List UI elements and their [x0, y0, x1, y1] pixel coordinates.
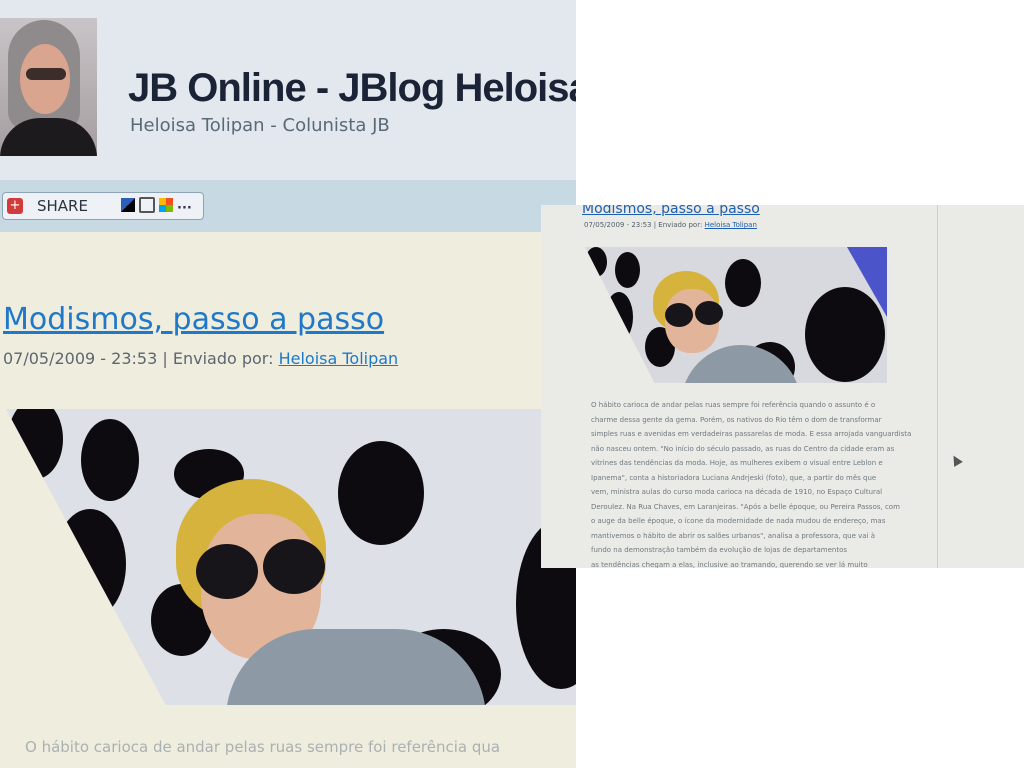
post-meta: 07/05/2009 - 23:53 | Enviado por: Helois…	[3, 349, 398, 368]
mouse-cursor-icon	[949, 453, 963, 467]
delicious-icon[interactable]	[121, 198, 135, 212]
post-date: 07/05/2009 - 23:53	[3, 349, 158, 368]
author-avatar	[0, 18, 97, 156]
post-body-small: O hábito carioca de andar pelas ruas sem…	[591, 398, 926, 568]
body-line: mantivemos o hábito de abrir os salões u…	[591, 531, 876, 540]
body-line: Deroulez. Na Rua Chaves, em Laranjeiras.…	[591, 502, 900, 511]
more-services[interactable]: ...	[177, 198, 192, 213]
share-button[interactable]: + SHARE ...	[2, 192, 204, 220]
post-first-line: O hábito carioca de andar pelas ruas sem…	[25, 738, 501, 756]
body-line: fundo na demonstração também da evolução…	[591, 546, 848, 554]
post-meta-small-text: 07/05/2009 - 23:53 | Enviado por:	[584, 221, 703, 229]
windows-live-icon[interactable]	[159, 198, 173, 212]
plus-icon: +	[7, 198, 23, 214]
share-service-icons: ...	[121, 197, 192, 213]
body-line: não nasceu ontem. "No início do século p…	[591, 444, 895, 453]
body-line: O hábito carioca de andar pelas ruas sem…	[591, 401, 876, 409]
site-subtitle: Heloisa Tolipan - Colunista JB	[130, 115, 390, 136]
share-label: SHARE	[37, 197, 88, 215]
body-line: simples ruas e avenidas em verdadeiras p…	[591, 430, 912, 438]
post-meta-small: 07/05/2009 - 23:53 | Enviado por: Helois…	[584, 221, 757, 229]
sent-by-label: | Enviado por:	[162, 349, 274, 368]
post-photo-small	[585, 247, 887, 383]
body-line: vem, ministra aulas do curso moda carioc…	[591, 488, 883, 496]
author-link-small[interactable]: Heloisa Tolipan	[705, 221, 757, 229]
digg-icon[interactable]	[139, 197, 155, 213]
body-line: vitrines das tendências da moda. Hoje, a…	[591, 459, 883, 467]
body-line: o auge da belle époque, o ícone da moder…	[591, 517, 886, 525]
wide-screenshot: Modismos, passo a passo 07/05/2009 - 23:…	[541, 205, 1024, 568]
post-photo	[6, 409, 576, 705]
body-line: charme dessa gente da gema. Porém, os na…	[591, 415, 882, 424]
body-line: as tendências chegam a elas, inclusive a…	[591, 560, 868, 569]
share-bar: + SHARE ...	[0, 180, 576, 232]
post-area: Modismos, passo a passo 07/05/2009 - 23:…	[0, 232, 576, 768]
blog-header: JB Online - JBlog Heloisa Heloisa Tolipa…	[0, 0, 576, 180]
body-line: Ipanema", conta a historiadora Luciana A…	[591, 473, 877, 482]
sidebar-divider	[937, 205, 938, 568]
site-title[interactable]: JB Online - JBlog Heloisa	[128, 66, 576, 111]
post-title-link[interactable]: Modismos, passo a passo	[3, 302, 384, 337]
author-link[interactable]: Heloisa Tolipan	[279, 349, 399, 368]
post-title-link-small[interactable]: Modismos, passo a passo	[582, 205, 760, 217]
closeup-screenshot: JB Online - JBlog Heloisa Heloisa Tolipa…	[0, 0, 576, 768]
